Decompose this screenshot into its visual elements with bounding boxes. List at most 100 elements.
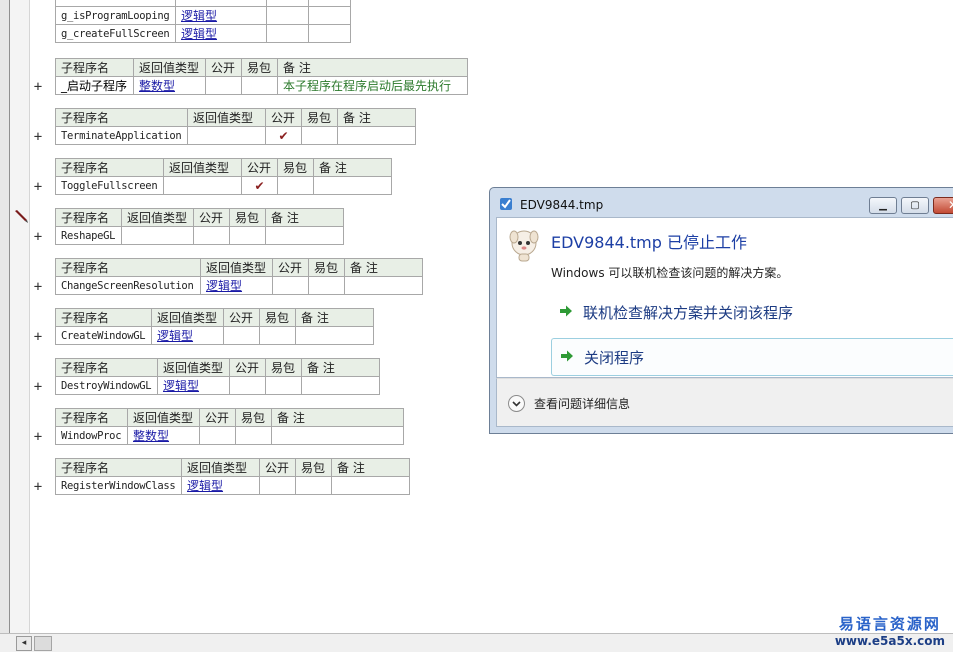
header-public: 公开: [223, 308, 260, 327]
global-type-link[interactable]: 逻辑型: [181, 27, 217, 41]
subroutine-row[interactable]: DestroyWindowGL 逻辑型: [55, 376, 380, 395]
header-public: 公开: [265, 108, 302, 127]
subroutine-name[interactable]: ReshapeGL: [55, 226, 122, 245]
dialog-subtext: Windows 可以联机检查该问题的解决方案。: [551, 266, 789, 280]
header-easy-pack: 易包: [308, 258, 345, 277]
subroutine-name[interactable]: _启动子程序: [55, 76, 134, 95]
global-row[interactable]: g_isProgramLooping 逻辑型: [55, 6, 351, 25]
subroutine-header-row: 子程序名 返回值类型 公开 易包备 注: [55, 58, 468, 77]
subroutine-row[interactable]: TerminateApplication ✔: [55, 126, 416, 145]
remark-cell[interactable]: [313, 176, 392, 195]
expand-toggle[interactable]: +: [32, 280, 44, 294]
public-checkbox[interactable]: [223, 326, 260, 345]
close-program-option[interactable]: 关闭程序: [551, 338, 953, 376]
expand-toggle[interactable]: +: [32, 130, 44, 144]
subroutine-name[interactable]: TerminateApplication: [55, 126, 188, 145]
remark-cell[interactable]: [344, 276, 423, 295]
horizontal-scrollbar[interactable]: ◂: [0, 633, 953, 652]
subroutine-row[interactable]: ChangeScreenResolution 逻辑型: [55, 276, 423, 295]
header-easy-pack: 易包: [235, 408, 272, 427]
header-remark: 备 注: [271, 408, 404, 427]
header-sub-name: 子程序名: [55, 358, 158, 377]
subroutine-table: 子程序名 返回值类型 公开 易包备 注 TerminateApplication ✔: [55, 108, 416, 145]
expand-toggle[interactable]: +: [32, 230, 44, 244]
remark-cell[interactable]: [271, 426, 404, 445]
details-link[interactable]: 查看问题详细信息: [534, 395, 630, 412]
return-type-link[interactable]: 逻辑型: [157, 329, 193, 343]
remark-cell[interactable]: [337, 126, 416, 145]
minimize-button[interactable]: ▁: [869, 197, 897, 214]
subroutine-name[interactable]: CreateWindowGL: [55, 326, 152, 345]
remark-cell[interactable]: 本子程序在程序启动后最先执行: [277, 76, 468, 95]
global-type-link[interactable]: 逻辑型: [181, 9, 217, 23]
public-checkbox[interactable]: [193, 226, 230, 245]
header-return-type: 返回值类型: [127, 408, 200, 427]
close-button[interactable]: ✕: [933, 197, 953, 214]
subroutine-row[interactable]: RegisterWindowClass 逻辑型: [55, 476, 410, 495]
public-checkbox[interactable]: [272, 276, 309, 295]
return-type-cell: [187, 126, 266, 145]
return-type-link[interactable]: 逻辑型: [163, 379, 199, 393]
global-name[interactable]: g_createFullScreen: [55, 24, 176, 43]
maximize-button[interactable]: ▢: [901, 197, 929, 214]
public-checkbox[interactable]: ✔: [265, 126, 302, 145]
easy-pack-checkbox[interactable]: [277, 176, 314, 195]
easy-pack-checkbox[interactable]: [235, 426, 272, 445]
easy-pack-checkbox[interactable]: [265, 376, 302, 395]
global-row[interactable]: g_createFullScreen 逻辑型: [55, 24, 351, 43]
return-type-link[interactable]: 逻辑型: [206, 279, 242, 293]
public-checkbox[interactable]: [229, 376, 266, 395]
remark-cell[interactable]: [265, 226, 344, 245]
subroutine-header-row: 子程序名 返回值类型 公开 易包备 注: [55, 458, 410, 477]
easy-pack-checkbox[interactable]: [241, 76, 278, 95]
subroutine-row[interactable]: _启动子程序 整数型 本子程序在程序启动后最先执行: [55, 76, 468, 95]
return-type-cell: 整数型: [133, 76, 206, 95]
expand-toggle[interactable]: +: [32, 380, 44, 394]
scroll-thumb[interactable]: [34, 636, 52, 651]
subroutine-table: 子程序名 返回值类型 公开 易包备 注 WindowProc 整数型: [55, 408, 404, 445]
subroutine-row[interactable]: CreateWindowGL 逻辑型: [55, 326, 374, 345]
header-remark: 备 注: [344, 258, 423, 277]
scroll-left-button[interactable]: ◂: [16, 636, 32, 651]
dialog-titlebar[interactable]: EDV9844.tmp ▁ ▢ ✕: [490, 188, 953, 218]
expand-toggle[interactable]: +: [32, 480, 44, 494]
easy-pack-checkbox[interactable]: [259, 326, 296, 345]
easy-pack-checkbox[interactable]: [295, 476, 332, 495]
expand-toggle[interactable]: +: [32, 330, 44, 344]
header-sub-name: 子程序名: [55, 58, 134, 77]
return-type-link[interactable]: 整数型: [133, 429, 169, 443]
global-name[interactable]: g_isProgramLooping: [55, 6, 176, 25]
public-checkbox[interactable]: [259, 476, 296, 495]
expand-toggle[interactable]: +: [32, 180, 44, 194]
public-checkbox[interactable]: ✔: [241, 176, 278, 195]
check-online-option[interactable]: 联机检查解决方案并关闭该程序: [551, 294, 953, 332]
subroutine-table: 子程序名 返回值类型 公开 易包备 注 ReshapeGL: [55, 208, 344, 245]
easy-pack-checkbox[interactable]: [301, 126, 338, 145]
easy-pack-checkbox[interactable]: [308, 276, 345, 295]
subroutine-row[interactable]: WindowProc 整数型: [55, 426, 404, 445]
public-checkbox[interactable]: [205, 76, 242, 95]
expand-details-button[interactable]: [508, 395, 525, 412]
subroutine-row[interactable]: ReshapeGL: [55, 226, 344, 245]
easy-pack-checkbox[interactable]: [229, 226, 266, 245]
expand-toggle[interactable]: +: [32, 80, 44, 94]
return-type-link[interactable]: 整数型: [139, 79, 175, 93]
ide-window: g_isProgramLooping 逻辑型 g_createFullScree…: [0, 0, 953, 652]
remark-cell[interactable]: [301, 376, 380, 395]
subroutine-name[interactable]: RegisterWindowClass: [55, 476, 182, 495]
subroutine-row[interactable]: ToggleFullscreen ✔: [55, 176, 392, 195]
subroutine-header-row: 子程序名 返回值类型 公开 易包备 注: [55, 358, 380, 377]
remark-cell[interactable]: [295, 326, 374, 345]
header-sub-name: 子程序名: [55, 308, 152, 327]
subroutine-table: 子程序名 返回值类型 公开 易包备 注 CreateWindowGL 逻辑型: [55, 308, 374, 345]
subroutine-name[interactable]: ChangeScreenResolution: [55, 276, 201, 295]
return-type-link[interactable]: 逻辑型: [187, 479, 223, 493]
subroutine-name[interactable]: DestroyWindowGL: [55, 376, 158, 395]
header-sub-name: 子程序名: [55, 158, 164, 177]
subroutine-name[interactable]: WindowProc: [55, 426, 128, 445]
remark-cell[interactable]: [331, 476, 410, 495]
public-checkbox[interactable]: [199, 426, 236, 445]
subroutine-name[interactable]: ToggleFullscreen: [55, 176, 164, 195]
header-public: 公开: [272, 258, 309, 277]
expand-toggle[interactable]: +: [32, 430, 44, 444]
